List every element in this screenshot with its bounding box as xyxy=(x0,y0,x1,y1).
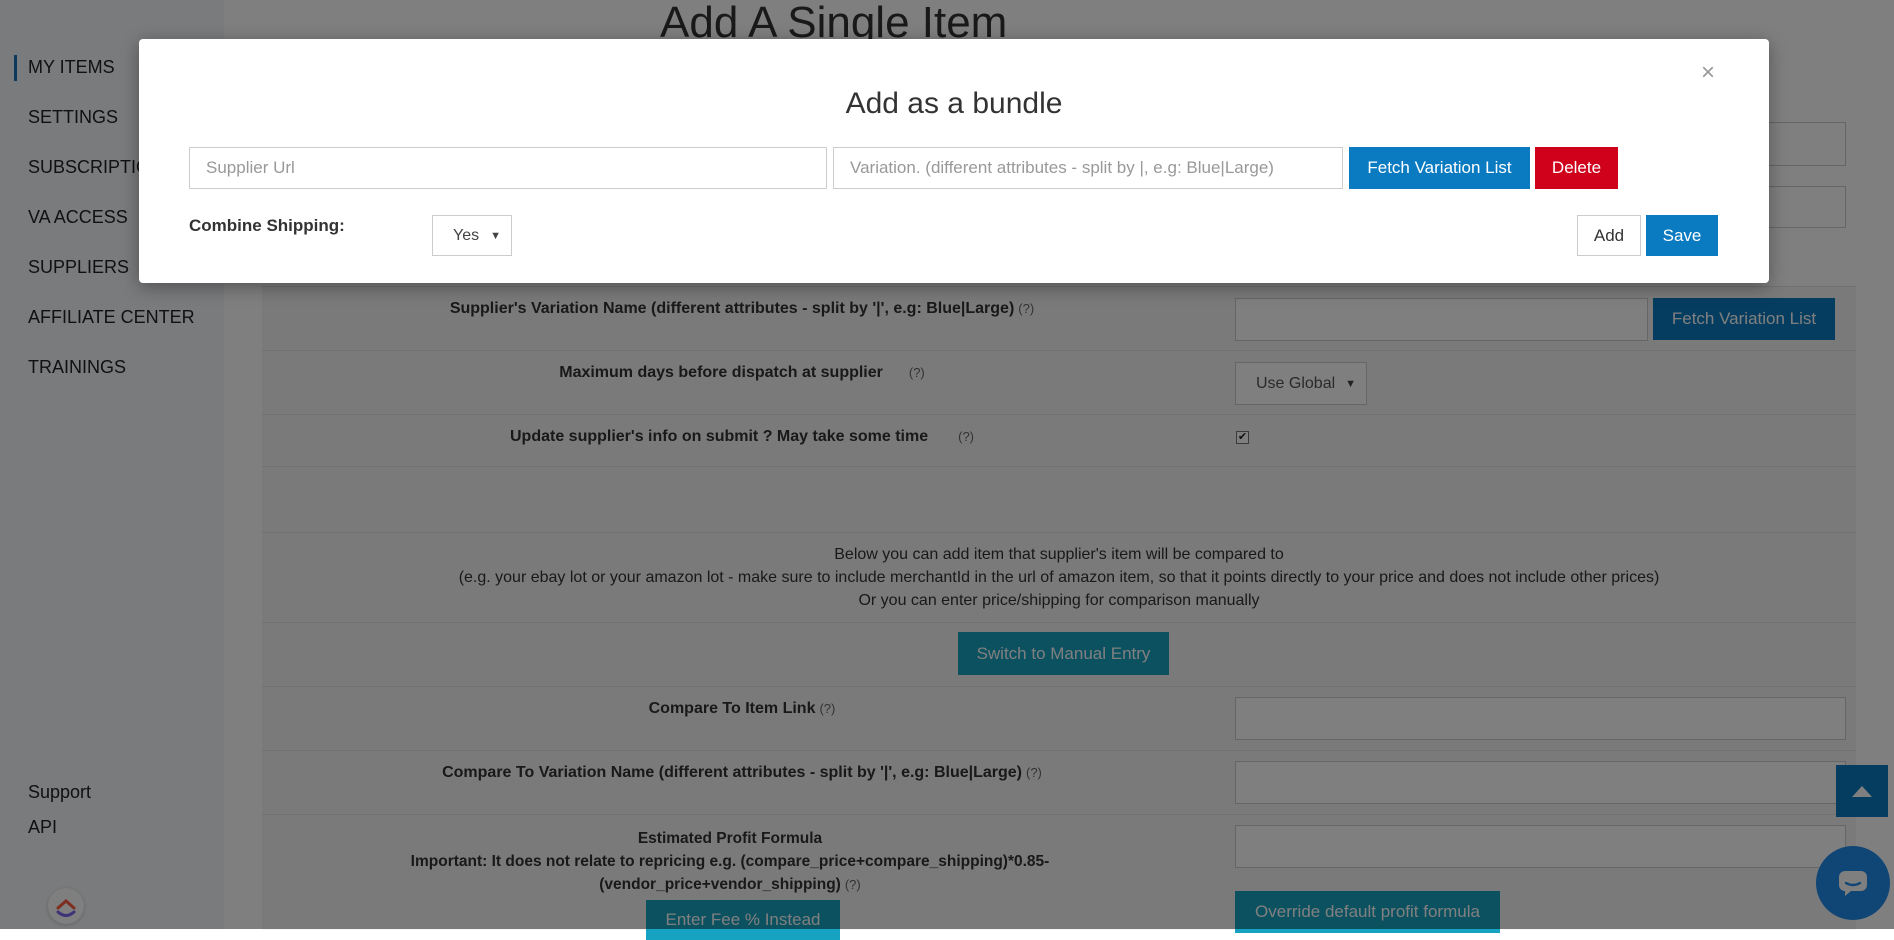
add-button[interactable]: Add xyxy=(1577,215,1641,256)
select-value: Yes xyxy=(453,226,480,244)
caret-down-icon: ▼ xyxy=(490,229,501,242)
fetch-variation-list-button[interactable]: Fetch Variation List xyxy=(1349,147,1530,189)
delete-button[interactable]: Delete xyxy=(1535,147,1618,189)
close-icon[interactable]: × xyxy=(1701,59,1715,87)
combine-shipping-label: Combine Shipping: xyxy=(189,216,345,235)
modal-title: Add as a bundle xyxy=(845,87,1063,120)
combine-shipping-select[interactable]: Yes ▼ xyxy=(432,215,512,256)
bundle-modal: × Add as a bundle Fetch Variation List D… xyxy=(139,39,1769,283)
save-button[interactable]: Save xyxy=(1646,215,1718,256)
supplier-url-input[interactable] xyxy=(189,147,827,189)
variation-input[interactable] xyxy=(833,147,1343,189)
